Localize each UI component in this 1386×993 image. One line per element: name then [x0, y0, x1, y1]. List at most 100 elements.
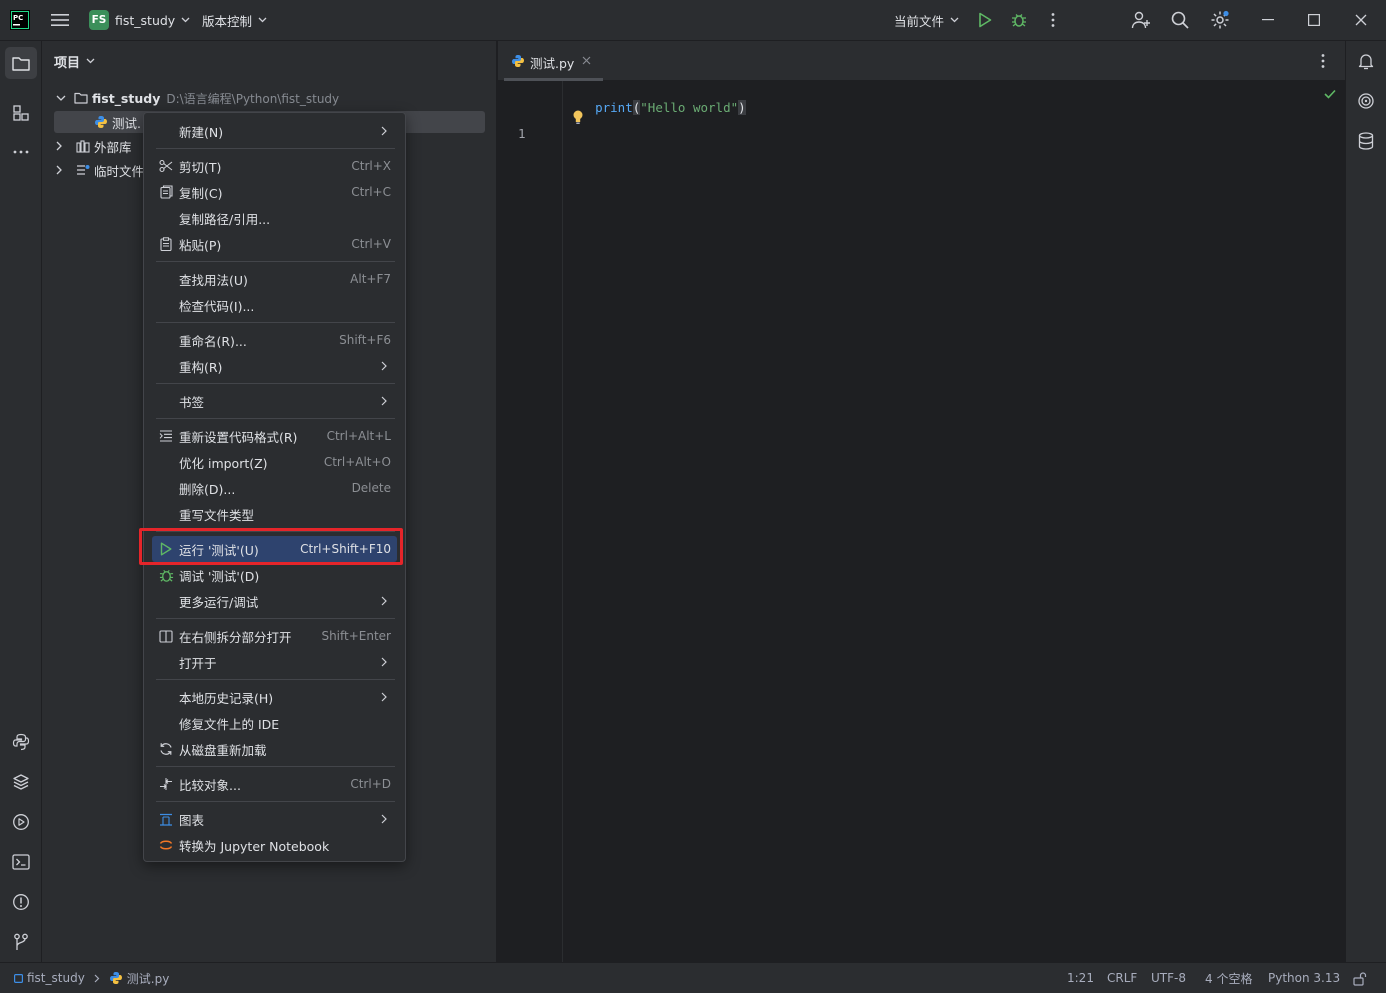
main-menu-icon[interactable] [50, 10, 70, 30]
project-folder-icon[interactable] [5, 47, 37, 79]
breadcrumb-project[interactable]: fist_study [27, 971, 85, 985]
menu-item-copy-path[interactable]: 复制路径/引用... [152, 205, 397, 231]
context-menu: 新建(N) 剪切(T) Ctrl+X 复制(C) Ctrl+C 复制路径/引用.… [143, 112, 406, 862]
menu-separator [156, 766, 395, 767]
maximize-icon[interactable] [1304, 10, 1324, 30]
vcs-menu[interactable]: 版本控制 [202, 0, 267, 40]
line-number: 1 [518, 126, 526, 141]
minimize-icon[interactable] [1258, 10, 1278, 30]
menu-item-reload-from-disk[interactable]: 从磁盘重新加载 [152, 736, 397, 762]
python-console-icon[interactable] [10, 731, 32, 753]
jupyter-icon [158, 837, 174, 853]
terminal-icon[interactable] [10, 851, 32, 873]
chevron-down-icon [181, 17, 190, 23]
add-user-icon[interactable] [1130, 10, 1152, 30]
lightbulb-icon[interactable] [572, 109, 584, 125]
menu-separator [156, 261, 395, 262]
menu-item-reformat-code[interactable]: 重新设置代码格式(R) Ctrl+Alt+L [152, 423, 397, 449]
close-tab-icon[interactable] [582, 56, 591, 65]
paste-icon [158, 236, 174, 252]
chevron-right-icon[interactable] [56, 165, 68, 175]
editor-tab-bar: 测试.py [498, 41, 1345, 81]
run-config-selector[interactable]: 当前文件 [894, 0, 959, 40]
menu-item-compare-with[interactable]: 比较对象... Ctrl+D [152, 771, 397, 797]
line-separator[interactable]: CRLF [1107, 963, 1137, 993]
menu-item-open-in[interactable]: 打开于 [152, 649, 397, 675]
menu-item-paste[interactable]: 粘贴(P) Ctrl+V [152, 231, 397, 257]
chevron-right-icon[interactable] [56, 141, 68, 151]
menu-item-local-history[interactable]: 本地历史记录(H) [152, 684, 397, 710]
tree-external-libs[interactable]: 外部库 [56, 135, 132, 157]
project-switcher[interactable]: FS fist_study [89, 0, 190, 40]
svg-text:PC: PC [13, 14, 23, 22]
library-icon [76, 139, 90, 153]
ai-assistant-icon[interactable] [1355, 90, 1377, 112]
menu-separator [156, 679, 395, 680]
editor-tab[interactable]: 测试.py [504, 41, 603, 81]
breadcrumb-file[interactable]: 测试.py [127, 970, 170, 987]
menu-item-open-split-right[interactable]: 在右侧拆分部分打开 Shift+Enter [152, 623, 397, 649]
menu-item-find-usages[interactable]: 查找用法(U) Alt+F7 [152, 266, 397, 292]
menu-item-override-file-type[interactable]: 重写文件类型 [152, 501, 397, 527]
menu-item-delete[interactable]: 删除(D)... Delete [152, 475, 397, 501]
menu-item-more-run-debug[interactable]: 更多运行/调试 [152, 588, 397, 614]
more-vertical-icon[interactable] [1321, 53, 1325, 69]
chevron-down-icon[interactable] [56, 95, 68, 101]
file-name: 测试. [112, 115, 141, 131]
more-vertical-icon[interactable] [1044, 11, 1062, 29]
unlock-icon[interactable] [1352, 971, 1368, 987]
project-view-selector[interactable]: 项目 [54, 50, 95, 72]
menu-item-inspect-code[interactable]: 检查代码(I)... [152, 292, 397, 318]
more-tools-icon[interactable] [10, 141, 32, 163]
close-icon[interactable] [1351, 10, 1371, 30]
caret-position[interactable]: 1:21 [1067, 963, 1094, 993]
problems-icon[interactable] [10, 891, 32, 913]
root-name: fist_study [92, 90, 161, 106]
code-string: "Hello world" [640, 100, 739, 115]
menu-item-cut[interactable]: 剪切(T) Ctrl+X [152, 153, 397, 179]
menu-item-diagrams[interactable]: 图表 [152, 806, 397, 832]
notifications-bell-icon[interactable] [1355, 50, 1377, 72]
indent-setting[interactable]: 4 个空格 [1205, 963, 1252, 993]
menu-item-rename[interactable]: 重命名(R)... Shift+F6 [152, 327, 397, 353]
reload-icon [158, 741, 174, 757]
external-libs-label: 外部库 [94, 139, 132, 155]
menu-item-optimize-imports[interactable]: 优化 import(Z) Ctrl+Alt+O [152, 449, 397, 475]
left-tool-strip [0, 41, 42, 962]
services-icon[interactable] [10, 811, 32, 833]
debug-icon[interactable] [1010, 11, 1028, 29]
editor-gutter: 1 [498, 81, 563, 962]
menu-item-bookmarks[interactable]: 书签 [152, 388, 397, 414]
menu-item-convert-jupyter[interactable]: 转换为 Jupyter Notebook [152, 832, 397, 858]
settings-gear-icon[interactable] [1209, 9, 1231, 31]
search-icon[interactable] [1170, 10, 1190, 30]
no-problems-check-icon[interactable] [1324, 89, 1336, 99]
menu-item-debug[interactable]: 调试 '测试'(D) [152, 562, 397, 588]
run-icon[interactable] [976, 11, 994, 29]
status-bar: fist_study 测试.py 1:21 CRLF UTF-8 4 个空格 P… [0, 962, 1386, 993]
database-icon[interactable] [1355, 130, 1377, 152]
git-branch-icon[interactable] [10, 931, 32, 953]
chevron-down-icon [86, 58, 95, 64]
menu-item-refactor[interactable]: 重构(R) [152, 353, 397, 379]
structure-icon[interactable] [10, 102, 32, 124]
vcs-label: 版本控制 [202, 13, 253, 29]
interpreter[interactable]: Python 3.13 [1268, 963, 1340, 993]
scissors-icon [158, 158, 174, 174]
tree-file-node[interactable]: 测试. [94, 111, 141, 133]
submenu-arrow-icon [381, 657, 387, 667]
tree-root-node[interactable]: fist_study D:\语言编程\Python\fist_study [56, 87, 339, 109]
submenu-arrow-icon [381, 126, 387, 136]
right-tool-strip [1345, 41, 1386, 962]
tree-scratches[interactable]: 临时文件 [56, 159, 144, 181]
python-packages-icon[interactable] [10, 771, 32, 793]
annotation-highlight-box [139, 528, 403, 565]
menu-item-new[interactable]: 新建(N) [152, 118, 397, 144]
project-name: fist_study [115, 12, 176, 28]
scratches-label: 临时文件 [94, 163, 145, 179]
file-encoding[interactable]: UTF-8 [1151, 963, 1186, 993]
code-line[interactable]: print("Hello world") [565, 85, 746, 130]
breadcrumb: fist_study 测试.py [14, 963, 169, 993]
menu-item-repair-ide[interactable]: 修复文件上的 IDE [152, 710, 397, 736]
menu-item-copy[interactable]: 复制(C) Ctrl+C [152, 179, 397, 205]
